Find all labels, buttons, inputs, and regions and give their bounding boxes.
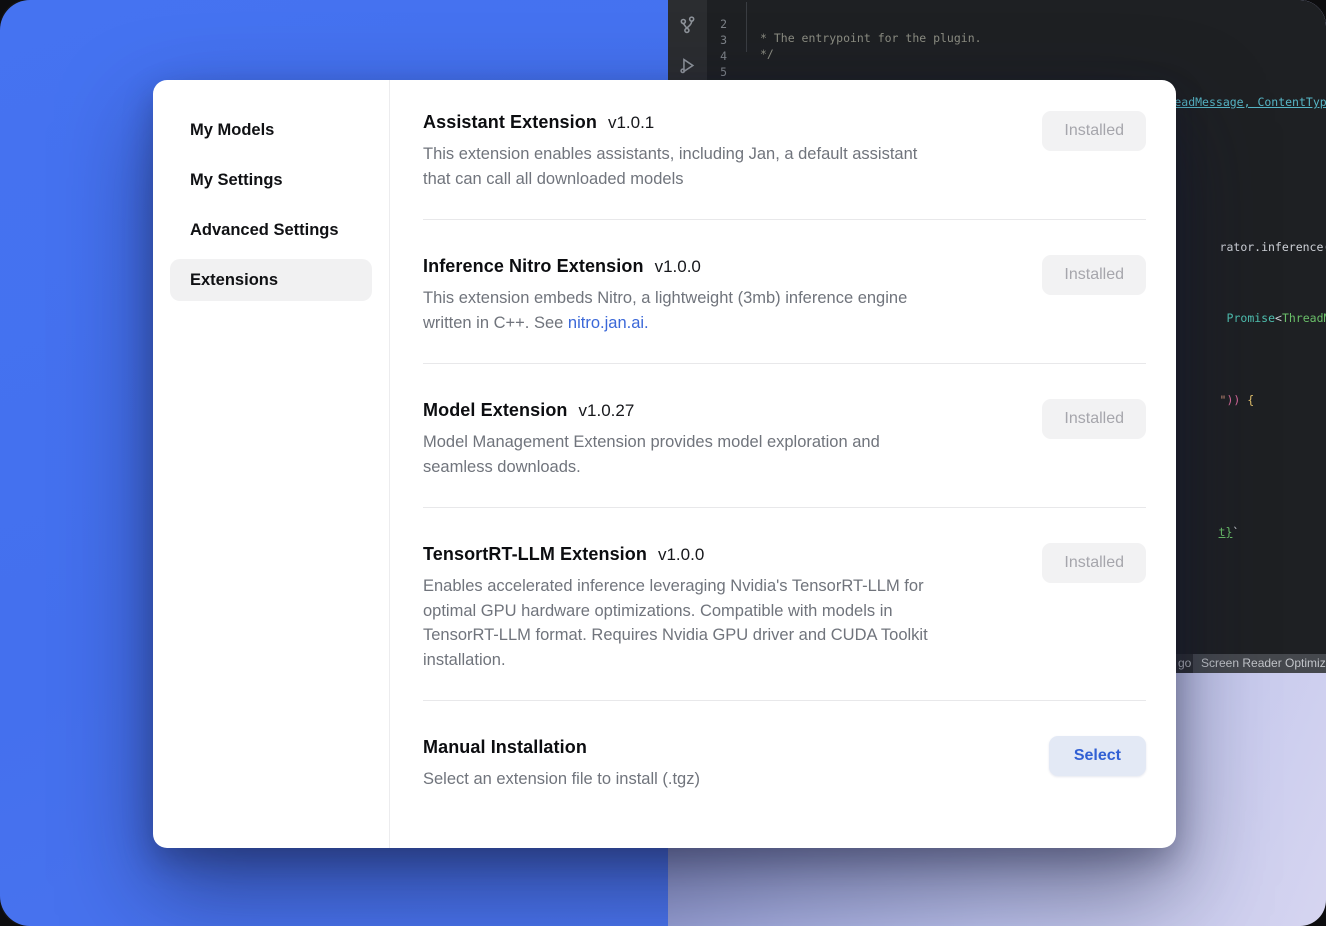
installed-button[interactable]: Installed	[1042, 255, 1146, 295]
extension-name: Inference Nitro Extension	[423, 256, 644, 277]
screen-reader-optimize-status[interactable]: Screen Reader Optimize	[1193, 654, 1326, 673]
sidebar-item-advanced-settings[interactable]: Advanced Settings	[170, 209, 372, 251]
code-fragment: t}`	[1177, 511, 1239, 553]
extension-version: v1.0.0	[658, 545, 704, 565]
extension-description: This extension embeds Nitro, a lightweig…	[423, 286, 907, 335]
extension-version: v1.0.27	[579, 401, 635, 421]
extension-name: Model Extension	[423, 400, 568, 421]
extension-name: Assistant Extension	[423, 112, 597, 133]
manual-installation-description: Select an extension file to install (.tg…	[423, 767, 700, 792]
sidebar-item-extensions[interactable]: Extensions	[170, 259, 372, 301]
extension-row-inference-nitro: Inference Nitro Extension v1.0.0 This ex…	[423, 256, 1146, 364]
extension-version: v1.0.1	[608, 113, 654, 133]
installed-button[interactable]: Installed	[1042, 399, 1146, 439]
status-bar-text: go	[1178, 656, 1191, 670]
extension-row-tensorrt-llm: TensortRT-LLM Extension v1.0.0 Enables a…	[423, 544, 1146, 701]
nitro-jan-ai-link[interactable]: nitro.jan.ai.	[568, 314, 649, 332]
extension-row-model: Model Extension v1.0.27 Model Management…	[423, 400, 1146, 508]
sidebar-item-label: Advanced Settings	[190, 221, 339, 240]
extension-description: This extension enables assistants, inclu…	[423, 142, 917, 191]
code-fragment: Promise<ThreadMessage>	[1185, 297, 1326, 339]
settings-sidebar: My Models My Settings Advanced Settings …	[153, 80, 390, 848]
screenshot-canvas: 2 * The entrypoint for the plugin. 3 */ …	[0, 0, 1326, 926]
installed-button[interactable]: Installed	[1042, 111, 1146, 151]
code-fragment: ")) {	[1178, 379, 1254, 421]
installed-button[interactable]: Installed	[1042, 543, 1146, 583]
extension-version: v1.0.0	[655, 257, 701, 277]
sidebar-item-my-settings[interactable]: My Settings	[170, 159, 372, 201]
sidebar-item-label: My Models	[190, 121, 274, 140]
manual-installation-row: Manual Installation Select an extension …	[423, 737, 1146, 792]
sidebar-item-label: Extensions	[190, 271, 278, 290]
extension-description: Model Management Extension provides mode…	[423, 430, 880, 479]
sidebar-item-my-models[interactable]: My Models	[170, 109, 372, 151]
select-file-button[interactable]: Select	[1049, 736, 1146, 776]
code-line: 3 */	[667, 19, 1326, 35]
code-line: 5 // Web / extension runtime	[667, 51, 1326, 67]
code-line: 2 * The entrypoint for the plugin.	[667, 3, 1326, 19]
extension-row-assistant: Assistant Extension v1.0.1 This extensio…	[423, 112, 1146, 220]
extensions-panel: Assistant Extension v1.0.1 This extensio…	[390, 80, 1176, 848]
extension-name: TensortRT-LLM Extension	[423, 544, 647, 565]
manual-installation-title: Manual Installation	[423, 737, 587, 758]
sidebar-item-label: My Settings	[190, 171, 283, 190]
code-line: 4	[667, 35, 1326, 51]
settings-modal: My Models My Settings Advanced Settings …	[153, 80, 1176, 848]
code-fragment: rator.inference(data));	[1178, 226, 1326, 268]
extension-description: Enables accelerated inference leveraging…	[423, 574, 928, 672]
